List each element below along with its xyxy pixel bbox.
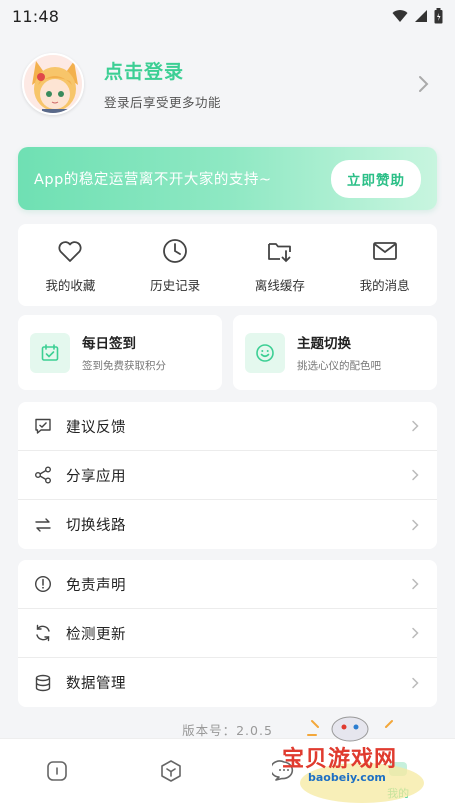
menu-item-disclaimer[interactable]: 免责声明 [18, 560, 437, 609]
chevron-right-icon [412, 420, 419, 432]
status-time: 11:48 [12, 6, 60, 26]
login-title[interactable]: 点击登录 [104, 57, 413, 84]
menu-item-check-update[interactable]: 检测更新 [18, 609, 437, 658]
sponsor-button[interactable]: 立即赞助 [331, 159, 421, 198]
messages-button[interactable]: 我的消息 [340, 237, 430, 294]
nav-home[interactable] [27, 759, 87, 783]
wifi-icon [392, 10, 408, 22]
card-icon-bg [245, 332, 285, 373]
cube-icon [160, 760, 181, 782]
share-icon [35, 466, 51, 484]
nav-discover[interactable] [141, 759, 201, 783]
chevron-right-icon [412, 578, 419, 590]
card-text: 每日签到 签到免费获取积分 [82, 332, 166, 373]
offline-cache-button[interactable]: 离线缓存 [235, 237, 325, 294]
calendar-check-icon [41, 343, 59, 361]
status-bar: 11:48 [0, 0, 455, 32]
menu-label: 切换线路 [66, 518, 126, 534]
offline-cache-label: 离线缓存 [254, 277, 305, 293]
card-text: 主题切换 挑选心仪的配色吧 [297, 332, 381, 373]
daily-checkin-card[interactable]: 每日签到 签到免费获取积分 [18, 315, 222, 390]
signal-icon [415, 10, 427, 22]
messages-label: 我的消息 [359, 277, 410, 293]
banner-text: App的稳定运营离不开大家的支持~ [34, 172, 272, 188]
watermark-text: 宝贝游戏网 [282, 747, 398, 772]
menu-item-switch-route[interactable]: 切换线路 [18, 500, 437, 549]
watermark: 宝贝游戏网 baobeiy.com [282, 713, 452, 809]
theme-switch-card[interactable]: 主题切换 挑选心仪的配色吧 [233, 315, 437, 390]
menu-label: 数据管理 [66, 676, 126, 692]
history-button[interactable]: 历史记录 [130, 237, 220, 294]
chevron-right-icon [412, 627, 419, 639]
theme-switch-subtitle: 挑选心仪的配色吧 [297, 360, 381, 372]
avatar[interactable] [22, 53, 84, 115]
smiley-icon [256, 343, 274, 362]
daily-checkin-subtitle: 签到免费获取积分 [82, 360, 166, 372]
watermark-url: baobeiy.com [308, 771, 386, 784]
quick-actions: 我的收藏 历史记录 离线缓存 我的消息 [18, 224, 437, 306]
login-subtitle: 登录后享受更多功能 [104, 95, 222, 110]
home-icon [47, 761, 67, 781]
menu-label: 建议反馈 [66, 419, 126, 436]
switch-icon [35, 517, 51, 532]
favorites-label: 我的收藏 [45, 277, 96, 293]
menu-item-feedback[interactable]: 建议反馈 [18, 402, 437, 451]
battery-icon [434, 8, 443, 24]
mail-icon [372, 241, 397, 260]
menu-item-share[interactable]: 分享应用 [18, 451, 437, 500]
menu-label: 免责声明 [66, 577, 126, 594]
theme-switch-title: 主题切换 [297, 336, 351, 352]
profile-login-row[interactable]: 点击登录 登录后享受更多功能 [0, 44, 455, 124]
menu-group-2: 免责声明 检测更新 数据管理 [18, 560, 437, 707]
status-icons [392, 8, 443, 24]
refresh-icon [36, 624, 50, 642]
chevron-right-icon [412, 677, 419, 688]
profile-text: 点击登录 登录后享受更多功能 [104, 57, 413, 111]
chevron-right-icon [412, 519, 419, 530]
menu-group-1: 建议反馈 分享应用 切换线路 [18, 402, 437, 549]
daily-checkin-title: 每日签到 [82, 336, 136, 352]
sponsor-banner: App的稳定运营离不开大家的支持~ 立即赞助 [18, 147, 437, 210]
menu-label: 分享应用 [66, 468, 126, 485]
feedback-icon [35, 418, 51, 434]
info-icon [34, 575, 52, 593]
favorites-button[interactable]: 我的收藏 [25, 237, 115, 294]
history-label: 历史记录 [150, 277, 201, 293]
chevron-right-icon [412, 469, 419, 481]
menu-label: 检测更新 [66, 626, 126, 643]
database-icon [35, 674, 51, 691]
feature-cards: 每日签到 签到免费获取积分 主题切换 挑选心仪的配色吧 [18, 315, 437, 390]
card-icon-bg [30, 332, 70, 373]
clock-icon [163, 238, 188, 263]
chevron-right-icon[interactable] [413, 74, 433, 94]
heart-icon [58, 240, 82, 262]
menu-item-data-management[interactable]: 数据管理 [18, 658, 437, 707]
folder-download-icon [267, 242, 291, 262]
